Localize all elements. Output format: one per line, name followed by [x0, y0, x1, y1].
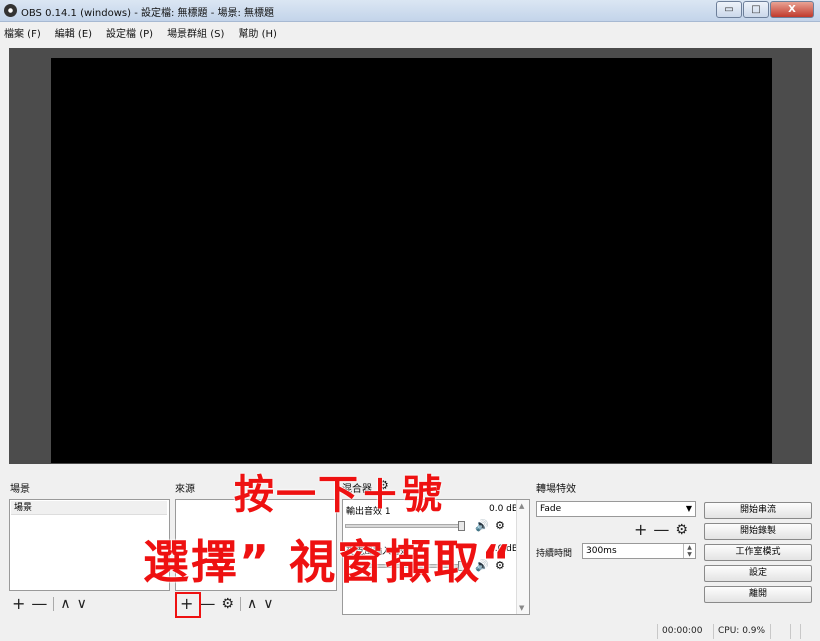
- scroll-down-arrow-icon[interactable]: ▼: [519, 604, 524, 612]
- add-scene-button[interactable]: +: [12, 596, 25, 612]
- remove-source-button[interactable]: —: [199, 596, 215, 612]
- add-source-highlight-box: [175, 592, 201, 618]
- preview-canvas[interactable]: [51, 58, 772, 463]
- menu-help[interactable]: 幫助 (H): [238, 25, 277, 40]
- status-divider: [770, 624, 771, 639]
- start-streaming-button[interactable]: 開始串流: [704, 502, 812, 519]
- transitions-toolbar: + — ⚙: [634, 522, 694, 539]
- scenes-toolbar: + — ∧ ∨: [12, 596, 93, 613]
- instruction-overlay-line1: 按一下＋號: [234, 472, 444, 518]
- transition-select-value: Fade: [540, 504, 562, 514]
- mixer-channel-db: 0.0 dB: [489, 504, 519, 514]
- obs-app-icon: [4, 4, 17, 17]
- move-scene-down-button[interactable]: ∨: [77, 596, 87, 612]
- toolbar-divider: [53, 597, 55, 611]
- exit-button[interactable]: 離開: [704, 586, 812, 603]
- status-divider: [713, 624, 714, 639]
- menu-bar: 檔案 (F) 編輯 (E) 設定檔 (P) 場景群組 (S) 幫助 (H): [0, 22, 820, 42]
- minimize-button[interactable]: ▭: [716, 1, 742, 18]
- duration-label: 持續時間: [536, 549, 573, 559]
- scroll-up-arrow-icon[interactable]: ▲: [519, 502, 524, 510]
- menu-edit[interactable]: 編輯 (E): [55, 25, 92, 40]
- menu-file[interactable]: 檔案 (F): [4, 25, 41, 40]
- duration-spinbox[interactable]: 300ms ▲ ▼: [582, 543, 696, 559]
- source-properties-gear-icon[interactable]: ⚙: [221, 596, 234, 612]
- status-divider: [800, 624, 801, 639]
- remove-transition-button[interactable]: —: [653, 522, 669, 538]
- remove-scene-button[interactable]: —: [31, 596, 47, 612]
- mixer-scrollbar[interactable]: ▲ ▼: [516, 500, 529, 614]
- menu-scene-collection[interactable]: 場景群組 (S): [167, 25, 224, 40]
- transitions-dock-title: 轉場特效: [536, 484, 576, 495]
- status-divider: [790, 624, 791, 639]
- settings-button[interactable]: 設定: [704, 565, 812, 582]
- move-source-down-button[interactable]: ∨: [263, 596, 273, 612]
- instruction-overlay-line2: 選擇” 視窗擷取“: [143, 535, 514, 589]
- title-bar: OBS 0.14.1 (windows) - 設定檔: 無標題 - 場景: 無標…: [0, 0, 820, 22]
- studio-mode-button[interactable]: 工作室模式: [704, 544, 812, 561]
- scene-list-item[interactable]: 場景: [11, 501, 167, 515]
- dropdown-arrow-icon: ▼: [685, 504, 692, 513]
- transition-select[interactable]: Fade ▼: [536, 501, 696, 517]
- move-source-up-button[interactable]: ∧: [247, 596, 257, 612]
- scenes-dock-title: 場景: [10, 484, 30, 495]
- add-transition-button[interactable]: +: [634, 522, 647, 538]
- maximize-button[interactable]: □: [743, 1, 769, 18]
- stream-time: 00:00:00: [662, 626, 703, 636]
- status-divider: [657, 624, 658, 639]
- spin-arrows-icon[interactable]: ▲ ▼: [683, 544, 695, 558]
- close-button[interactable]: X: [770, 1, 814, 18]
- move-scene-up-button[interactable]: ∧: [60, 596, 70, 612]
- transition-properties-gear-icon[interactable]: ⚙: [675, 522, 688, 538]
- preview-area: [9, 48, 812, 464]
- window-controls: ▭ □ X: [715, 1, 814, 18]
- status-bar: 00:00:00 CPU: 0.9%: [0, 622, 820, 641]
- sources-dock-title: 來源: [175, 484, 195, 495]
- toolbar-divider: [239, 597, 241, 611]
- menu-profile[interactable]: 設定檔 (P): [106, 25, 153, 40]
- window-title: OBS 0.14.1 (windows) - 設定檔: 無標題 - 場景: 無標…: [21, 8, 275, 19]
- duration-value: 300ms: [586, 546, 617, 556]
- start-recording-button[interactable]: 開始錄製: [704, 523, 812, 540]
- cpu-usage: CPU: 0.9%: [718, 626, 766, 636]
